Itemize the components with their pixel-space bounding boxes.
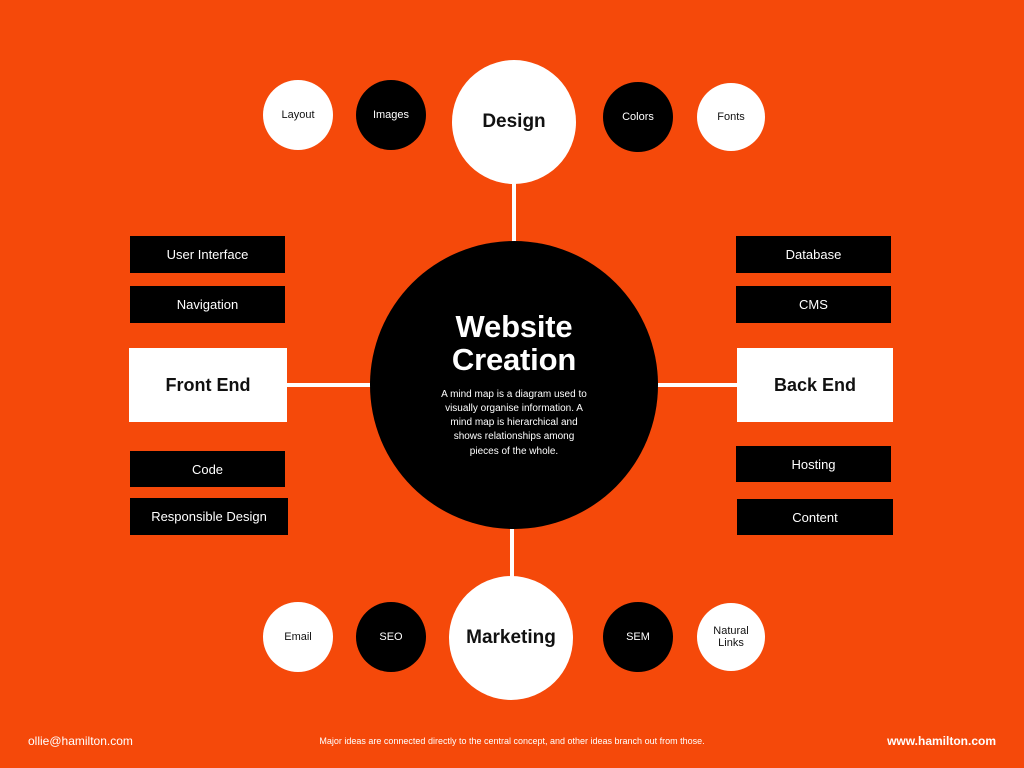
leaf-email[interactable]: Email xyxy=(263,602,333,672)
leaf-database-label: Database xyxy=(785,247,842,262)
central-node-title: Website Creation xyxy=(451,309,577,378)
leaf-sem[interactable]: SEM xyxy=(603,602,673,672)
footer-note: Major ideas are connected directly to th… xyxy=(319,736,705,746)
branch-hub-back-end-label: Back End xyxy=(773,374,857,395)
leaf-natural-links[interactable]: Natural Links xyxy=(697,603,765,671)
leaf-sem-label: SEM xyxy=(626,630,650,643)
connector-center-to-front-end xyxy=(283,383,378,387)
leaf-responsible-design[interactable]: Responsible Design xyxy=(130,498,288,535)
leaf-user-interface-label: User Interface xyxy=(166,247,249,262)
leaf-layout[interactable]: Layout xyxy=(263,80,333,150)
branch-hub-marketing[interactable]: Marketing xyxy=(449,576,573,700)
mind-map-canvas: Website Creation A mind map is a diagram… xyxy=(0,0,1024,768)
connector-center-to-back-end xyxy=(650,383,744,387)
branch-hub-front-end[interactable]: Front End xyxy=(129,348,287,422)
leaf-database[interactable]: Database xyxy=(736,236,891,273)
leaf-natural-links-label: Natural Links xyxy=(713,624,749,649)
leaf-responsible-design-label: Responsible Design xyxy=(151,509,267,524)
branch-hub-design[interactable]: Design xyxy=(452,60,576,184)
connector-center-to-design xyxy=(512,180,516,245)
leaf-layout-label: Layout xyxy=(281,108,315,121)
leaf-seo[interactable]: SEO xyxy=(356,602,426,672)
leaf-hosting-label: Hosting xyxy=(791,456,836,472)
branch-hub-design-label: Design xyxy=(482,111,546,133)
central-node[interactable]: Website Creation A mind map is a diagram… xyxy=(370,241,658,529)
leaf-colors-label: Colors xyxy=(622,110,654,123)
footer-website[interactable]: www.hamilton.com xyxy=(887,734,996,748)
leaf-navigation[interactable]: Navigation xyxy=(130,286,285,323)
leaf-images-label: Images xyxy=(372,108,410,121)
leaf-fonts[interactable]: Fonts xyxy=(697,83,765,151)
branch-hub-front-end-label: Front End xyxy=(165,374,251,395)
branch-hub-marketing-label: Marketing xyxy=(466,627,556,649)
leaf-content-label: Content xyxy=(792,509,838,525)
leaf-seo-label: SEO xyxy=(379,630,403,643)
leaf-code-label: Code xyxy=(191,461,224,477)
leaf-images[interactable]: Images xyxy=(356,80,426,150)
leaf-user-interface[interactable]: User Interface xyxy=(130,236,285,273)
connector-center-to-marketing xyxy=(510,524,514,580)
leaf-code[interactable]: Code xyxy=(130,451,285,487)
leaf-hosting[interactable]: Hosting xyxy=(736,446,891,482)
leaf-content[interactable]: Content xyxy=(737,499,893,535)
leaf-email-label: Email xyxy=(284,630,312,643)
branch-hub-back-end[interactable]: Back End xyxy=(737,348,893,422)
central-node-description: A mind map is a diagram used to visually… xyxy=(441,388,587,457)
leaf-cms-label: CMS xyxy=(799,297,828,312)
leaf-fonts-label: Fonts xyxy=(717,110,745,123)
leaf-navigation-label: Navigation xyxy=(176,297,239,312)
leaf-cms[interactable]: CMS xyxy=(736,286,891,323)
leaf-colors[interactable]: Colors xyxy=(603,82,673,152)
